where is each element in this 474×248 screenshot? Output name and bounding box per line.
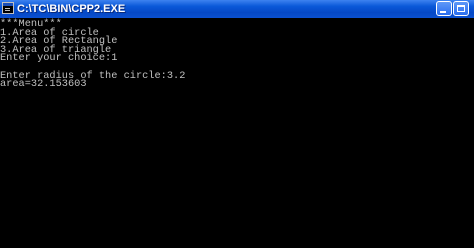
title-bar[interactable]: C:\TC\BIN\CPP2.EXE (0, 0, 474, 18)
console-window[interactable]: C:\TC\BIN\CPP2.EXE ***Menu*** 1.Area of … (0, 0, 474, 248)
console-app-icon[interactable] (2, 2, 14, 14)
window-title: C:\TC\BIN\CPP2.EXE (17, 3, 126, 15)
console-line: Enter your choice:1 (0, 52, 118, 65)
minimize-icon[interactable] (436, 1, 452, 16)
maximize-icon[interactable] (453, 1, 469, 16)
console-output[interactable]: ***Menu*** 1.Area of circle 2.Area of Re… (0, 18, 474, 248)
console-line: area=32.153603 (0, 78, 87, 91)
